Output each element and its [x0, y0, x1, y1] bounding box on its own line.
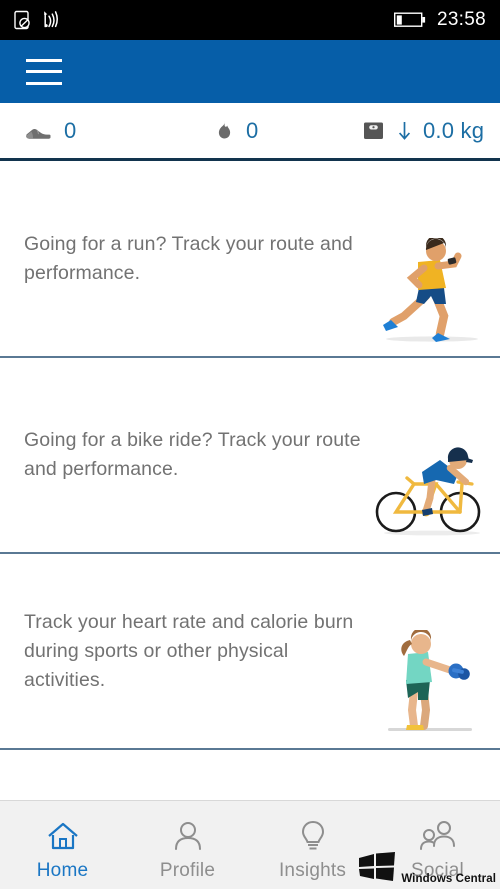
wifi-icon [41, 10, 61, 30]
app-header-bar [0, 40, 500, 103]
nav-label-home: Home [36, 860, 89, 881]
nav-item-profile[interactable]: Profile [125, 801, 250, 889]
daily-stats-bar: 0 0 0.0 kg [0, 103, 500, 161]
steps-value: 0 [64, 117, 77, 143]
status-bar-clock: 23:58 [436, 9, 486, 30]
watermark: Windows Central [357, 852, 496, 887]
nav-label-insights: Insights [278, 860, 347, 881]
calories-value: 0 [246, 117, 259, 143]
person-icon [171, 814, 205, 852]
nav-label-profile: Profile [159, 860, 216, 881]
stat-weight[interactable]: 0.0 kg [355, 118, 500, 144]
card-bike-text: Going for a bike ride? Track your route … [24, 429, 361, 480]
status-bar: 23:58 [0, 0, 500, 40]
home-icon [46, 814, 80, 852]
scale-icon [363, 120, 384, 141]
weight-value: 0.0 kg [423, 117, 485, 143]
phone-screen: 23:58 0 0 0.0 kg Going for a run? Track … [0, 0, 500, 889]
battery-low-icon [393, 12, 426, 28]
nav-item-insights[interactable]: Insights [250, 801, 375, 889]
people-icon [419, 814, 457, 852]
stat-steps[interactable]: 0 [0, 118, 215, 144]
flame-icon [215, 120, 233, 142]
card-workout[interactable]: Track your heart rate and calorie burn d… [0, 554, 500, 750]
arrow-down-icon [396, 120, 413, 141]
runner-illustration [374, 238, 484, 348]
workout-illustration [374, 630, 484, 740]
hamburger-line [26, 70, 62, 73]
nav-item-home[interactable]: Home [0, 801, 125, 889]
card-run-text: Going for a run? Track your route and pe… [24, 232, 353, 284]
stat-calories[interactable]: 0 [215, 118, 355, 144]
hamburger-menu-icon[interactable] [26, 58, 62, 85]
hamburger-line [26, 81, 62, 85]
cyclist-illustration [374, 434, 484, 544]
shoe-icon [25, 121, 51, 141]
status-bar-right: 23:58 [393, 9, 486, 31]
status-bar-left-icons [14, 10, 61, 30]
card-workout-text: Track your heart rate and calorie burn d… [24, 610, 354, 691]
hamburger-line [26, 58, 62, 62]
windows-logo-icon [357, 852, 397, 887]
card-run[interactable]: Going for a run? Track your route and pe… [0, 161, 500, 358]
card-bike[interactable]: Going for a bike ride? Track your route … [0, 358, 500, 554]
lightbulb-icon [296, 814, 330, 852]
activity-cards-list[interactable]: Going for a run? Track your route and pe… [0, 161, 500, 800]
bottom-navigation-bar: Home Profile Insights Social Windows Cen… [0, 800, 500, 889]
watermark-text: Windows Central [401, 873, 496, 885]
no-sim-icon [14, 10, 32, 30]
